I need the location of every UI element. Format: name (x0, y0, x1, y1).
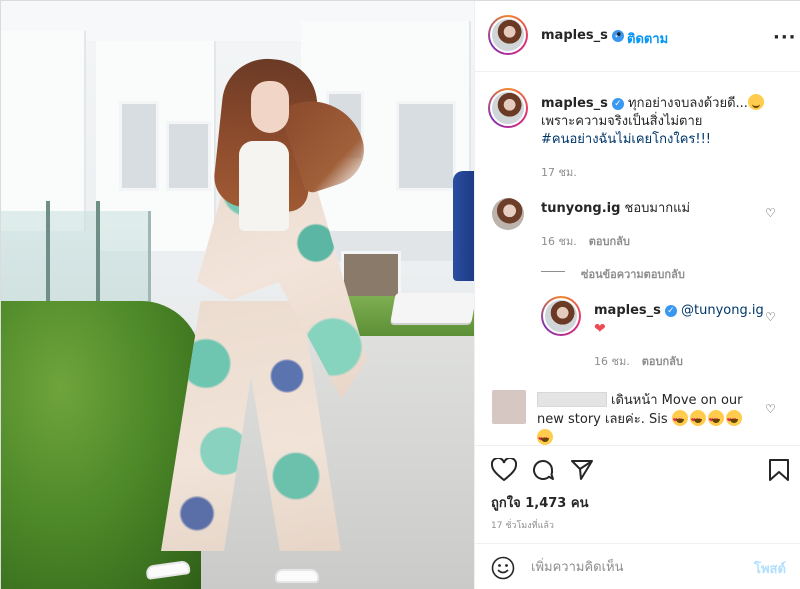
building-column (1, 31, 86, 231)
hide-replies-button[interactable]: ซ่อนข้อความตอบกลับ (581, 265, 685, 283)
post-comment-button[interactable]: โพสต์ (754, 558, 786, 579)
separator-dot: • (615, 28, 623, 43)
reply-username[interactable]: maples_s ✓ (594, 303, 677, 318)
reply-button[interactable]: ตอบกลับ (589, 235, 630, 248)
emoji-picker-icon[interactable] (491, 556, 515, 580)
post-side-panel: maples_s ✓ • ติดตาม ··· maples_s ✓ ทุกอย่า… (474, 1, 800, 589)
comment-text: เดินหน้า Move on our new story เลยค่ะ. S… (537, 392, 757, 445)
comment-meta: 16 ชม. ตอบกลับ (541, 232, 630, 250)
bookmark-icon[interactable] (768, 458, 790, 482)
like-comment-icon[interactable]: ♡ (765, 310, 777, 324)
reply-meta: 16 ชม. ตอบกลับ (594, 352, 683, 370)
caption-username[interactable]: maples_s ✓ (541, 96, 624, 111)
likes-count[interactable]: ถูกใจ 1,473 คน (491, 492, 588, 513)
red-heart-icon: ❤ (594, 321, 606, 337)
commenter-avatar[interactable] (492, 390, 526, 424)
post-photo[interactable] (1, 1, 474, 589)
figure-face (251, 81, 289, 133)
heart-eyes-emoji-icon (707, 410, 724, 430)
instagram-post: maples_s ✓ • ติดตาม ··· maples_s ✓ ทุกอย่า… (0, 0, 800, 589)
reply-button[interactable]: ตอบกลับ (642, 355, 683, 368)
heart-eyes-emoji-icon (537, 429, 553, 445)
figure-top (239, 141, 289, 231)
commenter-username[interactable] (537, 392, 607, 407)
comments-list[interactable]: maples_s ✓ ทุกอย่างจบลงด้วยดี... เพราะควา… (475, 72, 800, 445)
building-door (341, 251, 401, 301)
share-icon[interactable] (570, 458, 594, 482)
commenter-avatar[interactable] (492, 198, 524, 230)
reply-time[interactable]: 16 ชม. (594, 355, 630, 368)
comment-time[interactable]: 16 ชม. (541, 235, 577, 248)
add-comment-bar: โพสต์ (475, 543, 800, 589)
reply-avatar[interactable] (541, 296, 581, 336)
building-window (119, 101, 159, 191)
heart-eyes-emoji-icon (689, 410, 706, 430)
caption-hashtag[interactable]: #คนอย่างฉันไม่เคยโกงใคร!!! (541, 132, 711, 147)
post-actions: ถูกใจ 1,473 คน 17 ชั่วโมงที่แล้ว (475, 445, 800, 543)
commenter-username[interactable]: tunyong.ig (541, 201, 620, 216)
post-header: maples_s ✓ • ติดตาม ··· (475, 1, 800, 72)
author-username[interactable]: maples_s ✓ (541, 28, 624, 43)
more-options-icon[interactable]: ··· (773, 27, 797, 48)
follow-button[interactable]: ติดตาม (627, 28, 668, 49)
building-window (166, 121, 211, 191)
heart-icon[interactable] (491, 458, 517, 482)
verified-icon: ✓ (611, 98, 624, 110)
verified-icon: ✓ (664, 305, 677, 317)
heart-eyes-emoji-icon (725, 410, 742, 430)
comment-icon[interactable] (531, 458, 555, 482)
smile-emoji-icon (747, 94, 764, 110)
post-timestamp[interactable]: 17 ชั่วโมงที่แล้ว (491, 518, 554, 532)
reply-mention[interactable]: @tunyong.ig (681, 303, 764, 318)
caption-time[interactable]: 17 ชม. (541, 163, 577, 181)
heart-eyes-emoji-icon (671, 410, 688, 430)
comment-input[interactable] (531, 557, 731, 577)
umbrella (453, 171, 474, 281)
comment-text: tunyong.ig ชอบมากแม่ (541, 201, 691, 216)
caption-text: maples_s ✓ ทุกอย่างจบลงด้วยดี... เพราะควา… (541, 94, 791, 149)
figure-shoe (275, 569, 319, 583)
author-avatar[interactable] (488, 15, 528, 55)
hide-replies-line (541, 271, 565, 272)
like-comment-icon[interactable]: ♡ (765, 402, 777, 416)
pool-lounger (390, 293, 474, 323)
reply-text: maples_s ✓ @tunyong.ig ❤ (594, 302, 764, 339)
like-comment-icon[interactable]: ♡ (765, 206, 777, 220)
caption-avatar[interactable] (488, 88, 528, 128)
building-window (396, 101, 456, 191)
